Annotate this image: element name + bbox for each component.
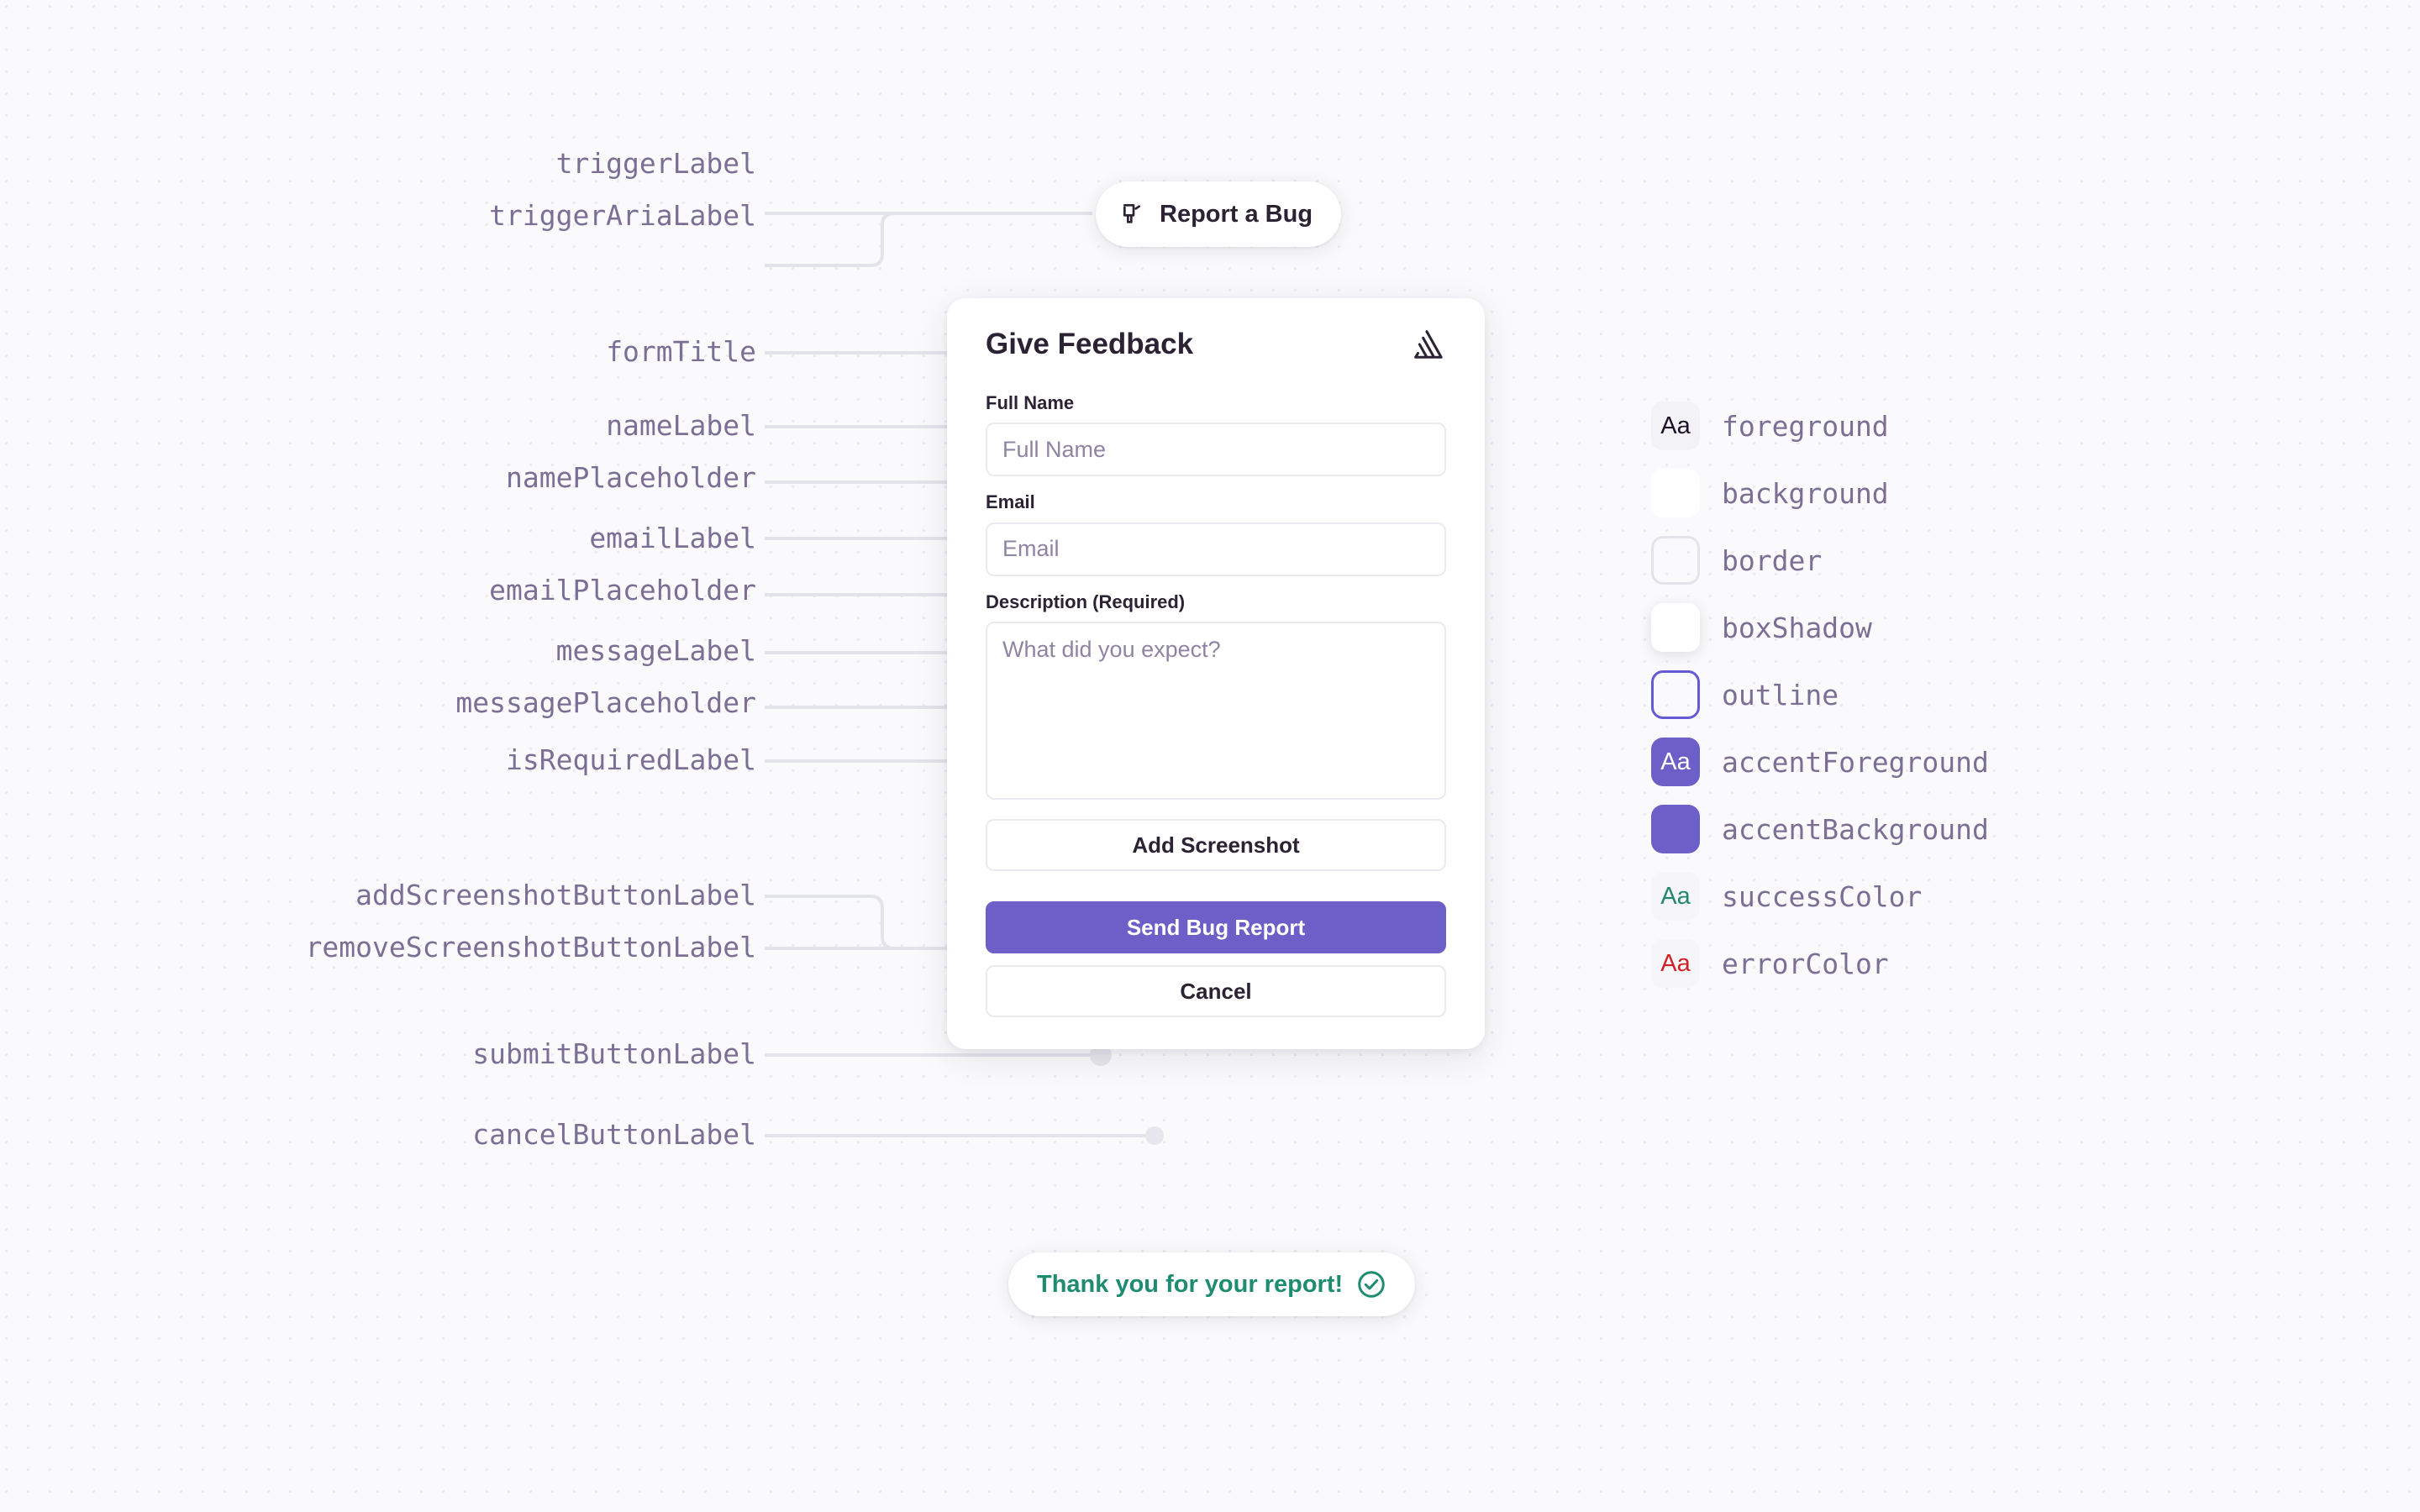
legend-label-accentbackground: accentBackground [1722,812,1989,846]
annotation-emailPlaceholder: emailPlaceholder [489,574,756,606]
theme-token-legend: Aa foreground background border boxShado… [1651,402,1989,988]
annotation-triggerLabel: triggerLabel [555,147,756,180]
annotation-formTitle: formTitle [606,335,756,368]
legend-row-outline: outline [1651,670,1989,719]
annotation-emailLabel: emailLabel [589,522,756,554]
message-field-block: Description (Required) [986,591,1446,804]
send-bug-report-button[interactable]: Send Bug Report [986,901,1446,954]
legend-label-accentforeground: accentForeground [1722,745,1989,779]
legend-row-successcolor: Aa successColor [1651,872,1989,921]
swatch-successcolor: Aa [1651,872,1700,921]
swatch-outline [1651,670,1700,719]
report-a-bug-trigger-button[interactable]: Report a Bug [1096,181,1342,247]
swatch-boxshadow [1651,603,1700,652]
annotation-isRequiredLabel: isRequiredLabel [505,743,756,776]
legend-row-accentforeground: Aa accentForeground [1651,738,1989,786]
legend-label-errorcolor: errorColor [1722,947,1889,980]
message-label: Description (Required) [986,591,1186,612]
swatch-accentforeground: Aa [1651,738,1700,786]
swatch-foreground: Aa [1651,402,1700,450]
legend-row-foreground: Aa foreground [1651,402,1989,450]
annotation-nameLabel: nameLabel [606,409,756,442]
full-name-input[interactable] [986,423,1446,477]
feedback-form-card: Give Feedback Full Name Email Descriptio… [947,298,1485,1050]
swatch-errorcolor: Aa [1651,939,1700,988]
email-input[interactable] [986,522,1446,576]
legend-label-boxshadow: boxShadow [1722,611,1872,644]
success-toast: Thank you for your report! [1008,1252,1416,1316]
check-circle-icon [1356,1269,1386,1299]
form-title: Give Feedback [986,327,1194,360]
legend-row-accentbackground: accentBackground [1651,805,1989,853]
cancel-button[interactable]: Cancel [986,965,1446,1018]
trigger-button-label: Report a Bug [1160,200,1313,228]
annotation-removeScreenshotButtonLabel: removeScreenshotButtonLabel [305,931,756,963]
annotation-namePlaceholder: namePlaceholder [505,461,756,494]
annotation-messagePlaceholder: messagePlaceholder [455,686,756,719]
email-label: Email [986,491,1035,513]
megaphone-icon [1119,200,1148,228]
legend-label-foreground: foreground [1722,409,1889,443]
legend-row-errorcolor: Aa errorColor [1651,939,1989,988]
name-label: Full Name [986,392,1075,413]
legend-label-background: background [1722,476,1889,510]
add-screenshot-button[interactable]: Add Screenshot [986,819,1446,872]
legend-row-border: border [1651,536,1989,585]
legend-label-successcolor: successColor [1722,879,1923,913]
annotation-canvas: triggerLabel triggerAriaLabel formTitle … [0,0,2420,1512]
legend-row-boxshadow: boxShadow [1651,603,1989,652]
swatch-background [1651,469,1700,517]
success-toast-message: Thank you for your report! [1037,1270,1344,1298]
description-textarea[interactable] [986,622,1446,801]
annotation-addScreenshotButtonLabel: addScreenshotButtonLabel [355,879,756,911]
email-field-block: Email [986,491,1446,576]
legend-label-outline: outline [1722,678,1839,711]
annotation-cancelButtonLabel: cancelButtonLabel [472,1118,756,1151]
swatch-accentbackground [1651,805,1700,853]
annotation-triggerAriaLabel: triggerAriaLabel [489,199,756,232]
swatch-border [1651,536,1700,585]
name-field-block: Full Name [986,392,1446,477]
legend-row-background: background [1651,469,1989,517]
annotation-submitButtonLabel: submitButtonLabel [472,1037,756,1070]
card-header: Give Feedback [986,327,1446,362]
annotation-messageLabel: messageLabel [555,634,756,667]
sentry-logo-icon [1407,327,1446,362]
legend-label-border: border [1722,543,1823,577]
